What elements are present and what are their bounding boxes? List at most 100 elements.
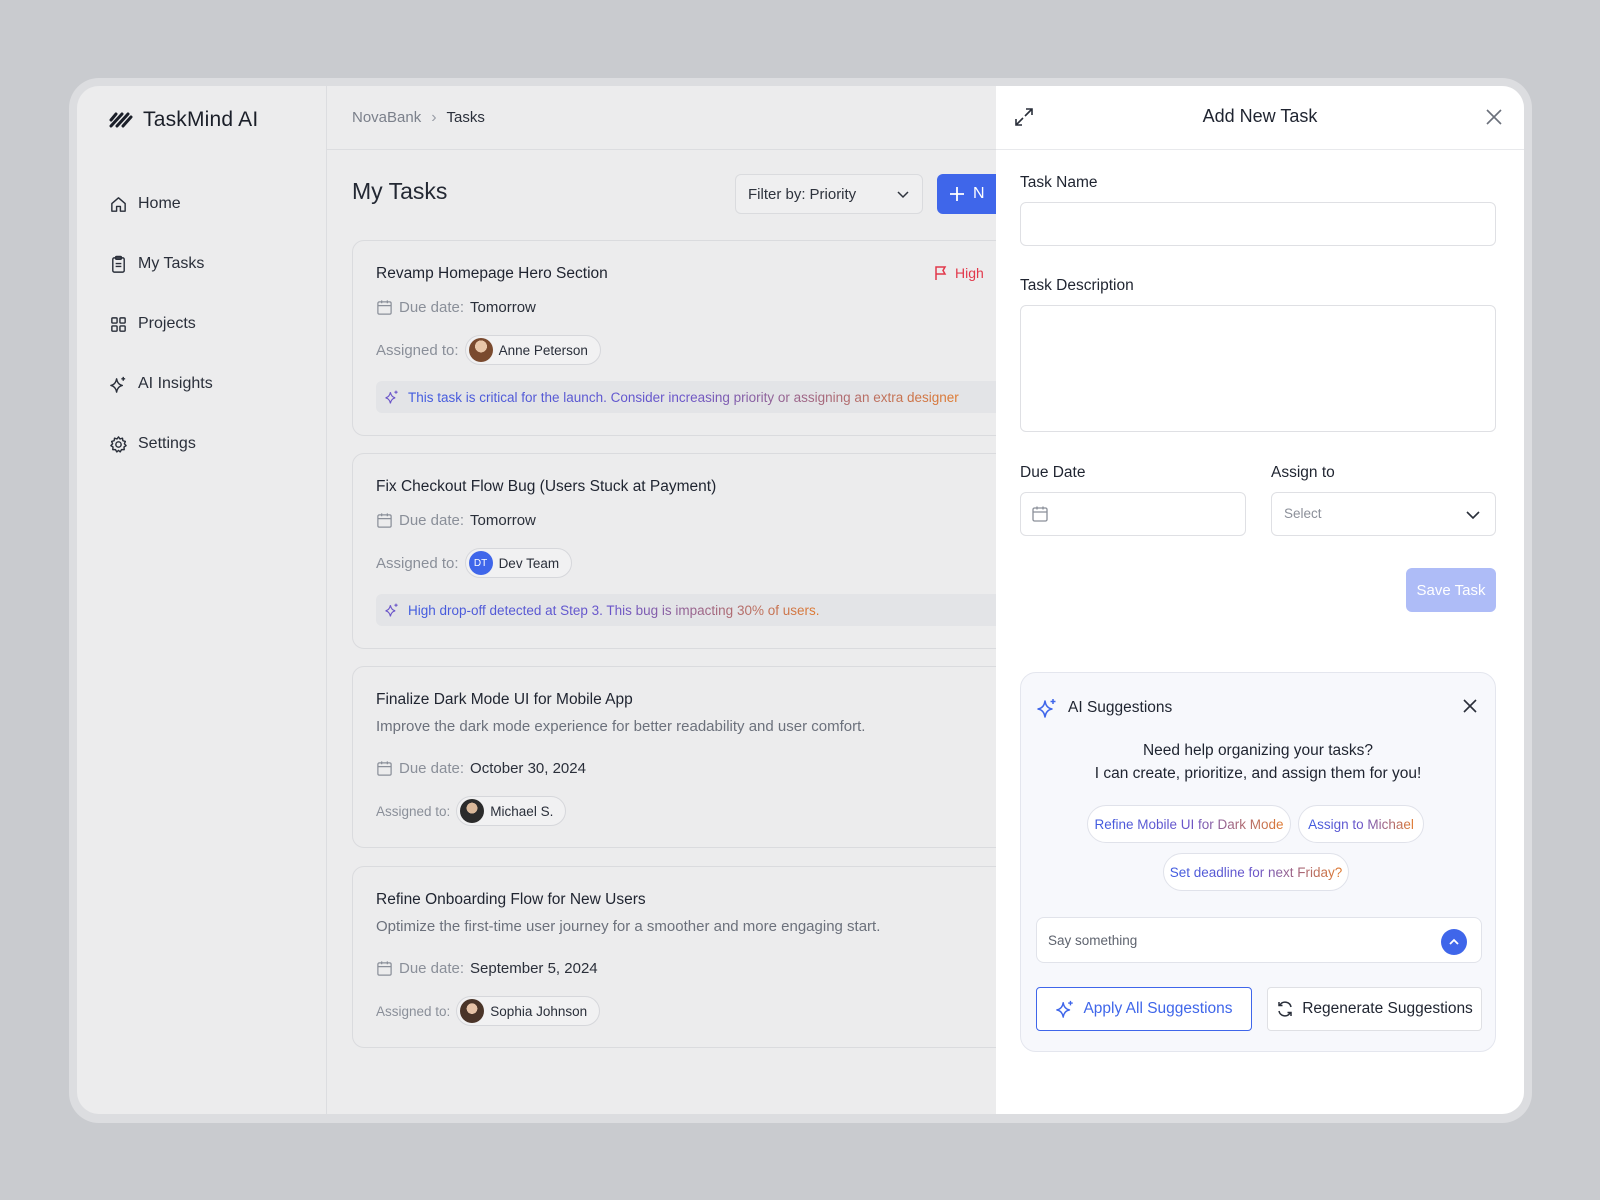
sidebar-item-label: Projects: [138, 315, 196, 332]
save-task-button[interactable]: Save Task: [1406, 568, 1496, 612]
due-label: Due date:: [399, 760, 465, 777]
suggestion-text: Set deadline for next Friday?: [1169, 864, 1343, 880]
due-date: Due date: Tomorrow: [376, 512, 536, 529]
task-card[interactable]: Revamp Homepage Hero Section High Due da…: [352, 240, 1052, 436]
due-value: October 30, 2024: [470, 760, 586, 777]
assign-label: Assigned to:: [376, 1003, 451, 1019]
assign-select[interactable]: Select: [1271, 492, 1496, 536]
task-name-label: Task Name: [1020, 174, 1098, 191]
sparkle-icon: [385, 390, 398, 404]
assign-select-value: Select: [1284, 506, 1322, 521]
ai-suggestions-header: AI Suggestions: [1036, 697, 1172, 719]
sidebar-item-home[interactable]: Home: [109, 174, 213, 234]
sidebar-nav: Home My Tasks Projects AI Insights Setti…: [109, 174, 213, 474]
task-description-label: Task Description: [1020, 277, 1134, 294]
due-label: Due date:: [399, 960, 465, 977]
apply-all-suggestions-button[interactable]: Apply All Suggestions: [1036, 987, 1252, 1031]
apply-all-label: Apply All Suggestions: [1083, 1000, 1233, 1017]
filter-dropdown[interactable]: Filter by: Priority: [735, 174, 923, 214]
suggestion-text: Refine Mobile UI for Dark Mode: [1094, 816, 1284, 832]
chat-input[interactable]: Say something: [1036, 917, 1482, 963]
sidebar-item-ai-insights[interactable]: AI Insights: [109, 354, 213, 414]
sparkle-icon: [1056, 1000, 1074, 1018]
ai-hint: High drop-off detected at Step 3. This b…: [376, 594, 1036, 626]
grid-icon: [111, 316, 126, 332]
task-card[interactable]: Finalize Dark Mode UI for Mobile App Imp…: [352, 666, 1052, 848]
regenerate-suggestions-button[interactable]: Regenerate Suggestions: [1267, 987, 1482, 1031]
assign-to-label: Assign to: [1271, 464, 1335, 481]
chevron-right-icon: ›: [431, 108, 437, 126]
home-icon: [111, 196, 126, 212]
assign-label: Assigned to:: [376, 341, 459, 359]
sidebar-item-my-tasks[interactable]: My Tasks: [109, 234, 213, 294]
plus-icon: [950, 187, 964, 201]
task-title: Refine Onboarding Flow for New Users: [376, 891, 646, 908]
assign-label: Assigned to:: [376, 803, 451, 819]
suggestion-chip[interactable]: Assign to Michael: [1298, 805, 1424, 843]
panel-header: Add New Task: [996, 86, 1524, 150]
task-description: Optimize the first-time user journey for…: [376, 918, 881, 935]
sparkle-icon: [110, 376, 126, 393]
task-card[interactable]: Refine Onboarding Flow for New Users Opt…: [352, 866, 1052, 1048]
sidebar-item-settings[interactable]: Settings: [109, 414, 213, 474]
avatar: [468, 338, 493, 362]
due-date-input[interactable]: [1020, 492, 1246, 536]
priority-label: High: [955, 265, 984, 281]
ai-message: Need help organizing your tasks? I can c…: [1021, 739, 1495, 785]
new-task-label: N: [973, 185, 985, 202]
due-label: Due date:: [399, 299, 465, 316]
chevron-up-icon: [1449, 938, 1459, 945]
ai-hint: This task is critical for the launch. Co…: [376, 381, 1036, 413]
assignee-chip[interactable]: Anne Peterson: [464, 335, 601, 365]
close-icon[interactable]: [1484, 107, 1504, 127]
assign-label: Assigned to:: [376, 554, 459, 572]
assignment: Assigned to: DT Dev Team: [376, 548, 573, 578]
assignment: Assigned to: Michael S.: [376, 796, 567, 826]
sparkle-icon: [385, 603, 398, 617]
task-card[interactable]: Fix Checkout Flow Bug (Users Stuck at Pa…: [352, 453, 1052, 649]
filter-prefix: Filter by:: [748, 185, 806, 203]
task-name-input[interactable]: [1020, 202, 1496, 246]
clipboard-icon: [112, 255, 125, 273]
assignee-chip[interactable]: DT Dev Team: [464, 548, 573, 578]
suggestion-chip[interactable]: Set deadline for next Friday?: [1163, 853, 1349, 891]
flag-icon: [935, 266, 947, 280]
send-button[interactable]: [1441, 929, 1467, 955]
gear-icon: [110, 435, 127, 453]
close-icon[interactable]: [1461, 697, 1479, 715]
ai-message-line: Need help organizing your tasks?: [1142, 742, 1374, 759]
breadcrumb-current: Tasks: [446, 109, 485, 126]
assignee-name: Anne Peterson: [498, 342, 588, 358]
avatar-initials: DT: [473, 557, 488, 569]
ai-suggestions-title: AI Suggestions: [1068, 699, 1173, 716]
avatar: DT: [468, 551, 493, 575]
suggestion-chip[interactable]: Refine Mobile UI for Dark Mode: [1087, 805, 1291, 843]
assignee-chip[interactable]: Michael S.: [456, 796, 567, 826]
app-name: TaskMind AI: [143, 108, 259, 131]
calendar-icon: [377, 513, 392, 528]
assignment: Assigned to: Anne Peterson: [376, 335, 601, 365]
avatar: [460, 799, 485, 823]
task-title: Revamp Homepage Hero Section: [376, 265, 608, 282]
ai-hint-text: This task is critical for the launch. Co…: [408, 389, 959, 405]
refresh-icon: [1278, 1001, 1292, 1017]
due-date: Due date: September 5, 2024: [376, 960, 598, 977]
task-description-input[interactable]: [1020, 305, 1496, 432]
sidebar-item-projects[interactable]: Projects: [109, 294, 213, 354]
assignment: Assigned to: Sophia Johnson: [376, 996, 601, 1026]
due-value: Tomorrow: [470, 299, 536, 316]
sidebar-item-label: AI Insights: [138, 375, 213, 392]
assignee-chip[interactable]: Sophia Johnson: [456, 996, 601, 1026]
task-title: Finalize Dark Mode UI for Mobile App: [376, 691, 633, 708]
calendar-icon: [1032, 506, 1048, 522]
due-value: Tomorrow: [470, 512, 536, 529]
assignee-name: Dev Team: [498, 555, 560, 571]
assignee-name: Sophia Johnson: [490, 1003, 588, 1019]
chevron-down-icon: [897, 191, 909, 199]
breadcrumb-parent[interactable]: NovaBank: [352, 109, 421, 126]
ai-hint-text: High drop-off detected at Step 3. This b…: [408, 602, 820, 618]
sparkle-icon: [1037, 699, 1056, 718]
sidebar-item-label: Home: [138, 195, 181, 212]
sidebar: TaskMind AI Home My Tasks Projects AI In…: [77, 86, 327, 1114]
due-label: Due date:: [399, 512, 465, 529]
